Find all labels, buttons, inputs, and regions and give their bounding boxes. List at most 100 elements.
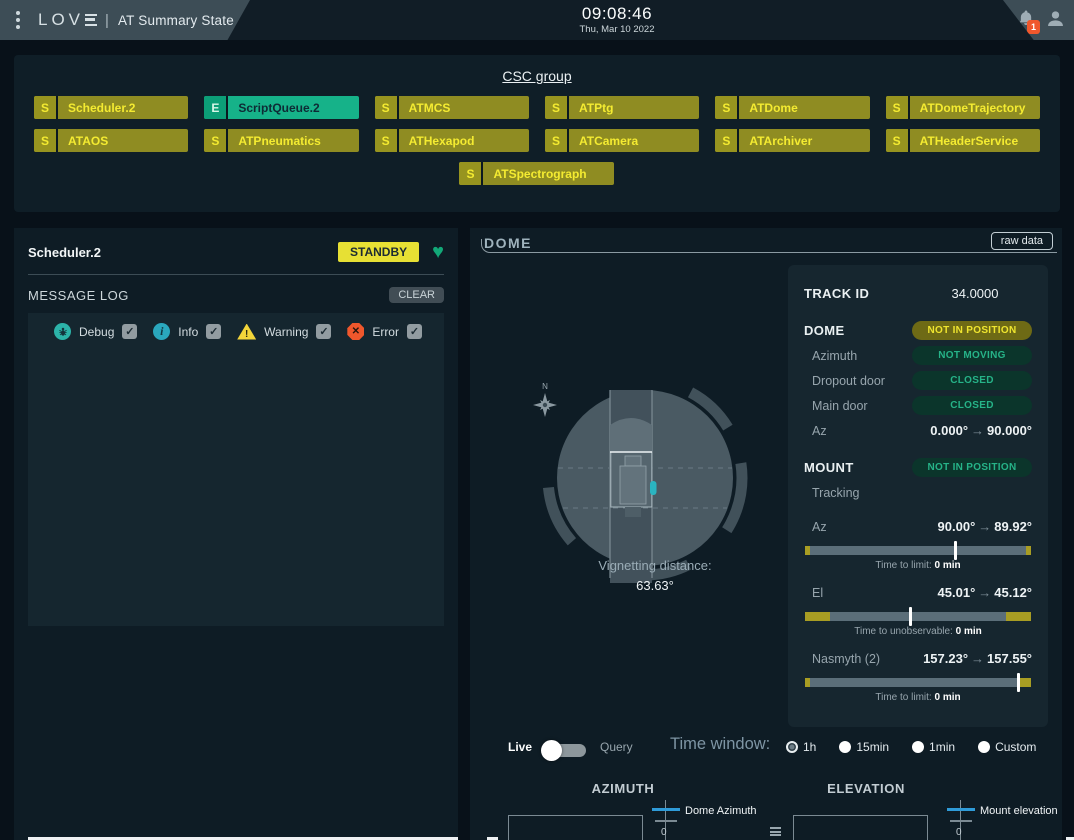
user-icon[interactable] (1045, 8, 1066, 29)
mount-position-status: NOT IN POSITION (912, 458, 1032, 477)
message-log-header: MESSAGE LOG CLEAR (14, 275, 458, 311)
time-window-option-custom[interactable]: Custom (978, 740, 1036, 754)
azimuth-plot-area (508, 815, 643, 840)
csc-button-atspectrograph[interactable]: S ATSpectrograph (459, 162, 614, 185)
summary-state-badge: STANDBY (338, 242, 419, 262)
csc-button-atdometrajectory[interactable]: S ATDomeTrajectory (886, 96, 1040, 119)
love-logo: LOV (38, 10, 97, 30)
csc-button-atpneumatics[interactable]: S ATPneumatics (204, 129, 358, 152)
time-window-option-15min[interactable]: 15min (839, 740, 889, 754)
csc-button-atptg[interactable]: S ATPtg (545, 96, 699, 119)
mount-el-limit-caption: Time to unobservable: 0 min (804, 626, 1032, 637)
csc-state-badge: S (34, 96, 58, 119)
target-marker (650, 481, 657, 495)
message-log-box: Debug ✓ i Info ✓ ! Warning ✓ ✕ Error ✓ (28, 313, 444, 626)
debug-checkbox[interactable]: ✓ (122, 324, 137, 339)
radio-custom[interactable] (978, 741, 990, 753)
raw-data-button[interactable]: raw data (991, 232, 1053, 250)
dome-az-values: 0.000°→90.000° (930, 423, 1032, 438)
mount-el-axis: El 45.01°→45.12° Time to unobservable: 0… (804, 580, 1032, 637)
csc-button-athexapod[interactable]: S ATHexapod (375, 129, 529, 152)
csc-group-panel: CSC group S Scheduler.2 E ScriptQueue.2 … (14, 55, 1060, 212)
bug-icon (54, 323, 71, 340)
csc-state-badge: E (204, 96, 228, 119)
tracking-row: Tracking (804, 480, 1032, 505)
csc-button-scheduler-2[interactable]: S Scheduler.2 (34, 96, 188, 119)
filter-error: ✕ Error ✓ (347, 323, 422, 340)
csc-button-atmcs[interactable]: S ATMCS (375, 96, 529, 119)
info-checkbox[interactable]: ✓ (206, 324, 221, 339)
time-window-options: 1h 15min 1min Custom (786, 740, 1036, 754)
dome-section-row: DOME NOT IN POSITION (804, 318, 1032, 343)
live-query-toggle[interactable] (544, 744, 586, 757)
mount-az-axis: Az 90.00°→89.92° Time to limit: 0 min (804, 514, 1032, 571)
azimuth-motion-status: NOT MOVING (912, 346, 1032, 365)
error-checkbox[interactable]: ✓ (407, 324, 422, 339)
error-icon: ✕ (347, 323, 364, 340)
csc-button-atarchiver[interactable]: S ATArchiver (715, 129, 869, 152)
logo-text: LOV (38, 10, 84, 30)
notification-count-badge: 1 (1027, 20, 1040, 34)
vignetting-value: 63.63° (500, 578, 810, 593)
csc-button-ataos[interactable]: S ATAOS (34, 129, 188, 152)
csc-button-atheaderservice[interactable]: S ATHeaderService (886, 129, 1040, 152)
radio-15min[interactable] (839, 741, 851, 753)
csc-button-atcamera[interactable]: S ATCamera (545, 129, 699, 152)
chart-options-icon[interactable] (770, 827, 781, 838)
track-id-value: 34.0000 (918, 286, 1032, 301)
time-window-option-1h[interactable]: 1h (786, 740, 816, 754)
scheduler-panel: Scheduler.2 STANDBY ♥ MESSAGE LOG CLEAR … (14, 228, 458, 840)
legend-gray-tick (950, 820, 972, 822)
csc-state-badge: S (545, 96, 569, 119)
track-id-row: TRACK ID 34.0000 (804, 281, 1032, 306)
dome-title-underline (481, 239, 1057, 253)
nasmyth-values: 157.23°→157.55° (923, 651, 1032, 666)
toggle-knob[interactable] (541, 740, 562, 761)
warning-checkbox[interactable]: ✓ (316, 324, 331, 339)
filter-info: i Info ✓ (153, 323, 221, 340)
csc-button-scriptqueue-2[interactable]: E ScriptQueue.2 (204, 96, 358, 119)
position-marker (909, 607, 912, 626)
radio-1h[interactable] (786, 741, 798, 753)
arrow-icon: → (968, 651, 987, 666)
query-label: Query (600, 740, 633, 754)
csc-state-badge: S (375, 96, 399, 119)
telescope-top-view (620, 466, 646, 504)
elevation-chart: ELEVATION Mount elevation 0 (793, 780, 1062, 840)
nasmyth-limit-slider (805, 678, 1031, 687)
clock-time: 09:08:46 (580, 4, 655, 24)
vignetting-label: Vignetting distance: (500, 558, 810, 573)
csc-state-badge: S (34, 129, 58, 152)
logo-divider: | (105, 12, 109, 29)
clear-button[interactable]: CLEAR (389, 287, 444, 303)
info-icon: i (153, 323, 170, 340)
arrow-icon: → (968, 423, 987, 438)
message-log-title: MESSAGE LOG (28, 288, 389, 303)
dome-opening (610, 418, 652, 452)
azimuth-status-row: Azimuth NOT MOVING (804, 343, 1032, 368)
time-window-option-1min[interactable]: 1min (912, 740, 955, 754)
csc-state-badge: S (715, 129, 739, 152)
limit-cap (805, 612, 830, 621)
legend-blue-tick (947, 808, 975, 811)
mount-az-limit-caption: Time to limit: 0 min (804, 560, 1032, 571)
azimuth-legend-label: Dome Azimuth (685, 805, 757, 817)
csc-state-badge: S (545, 129, 569, 152)
warning-icon: ! (237, 324, 256, 340)
scheduler-header: Scheduler.2 STANDBY ♥ (14, 228, 458, 272)
scheduler-title: Scheduler.2 (28, 245, 338, 260)
legend-gray-tick (655, 820, 677, 822)
menu-kebab-icon[interactable] (16, 18, 20, 22)
elevation-legend-label: Mount elevation (980, 805, 1058, 817)
radio-1min[interactable] (912, 741, 924, 753)
csc-state-badge: S (204, 129, 228, 152)
csc-state-badge: S (886, 129, 910, 152)
time-series-controls: Live Query Time window: 1h 15min 1min Cu… (470, 733, 1062, 763)
main-door-row: Main door CLOSED (804, 393, 1032, 418)
csc-button-atdome[interactable]: S ATDome (715, 96, 869, 119)
mount-el-limit-slider (805, 612, 1031, 621)
csc-group-title: CSC group (14, 55, 1060, 84)
csc-state-badge: S (375, 129, 399, 152)
main-door-status: CLOSED (912, 396, 1032, 415)
dome-az-row: Az 0.000°→90.000° (804, 418, 1032, 443)
